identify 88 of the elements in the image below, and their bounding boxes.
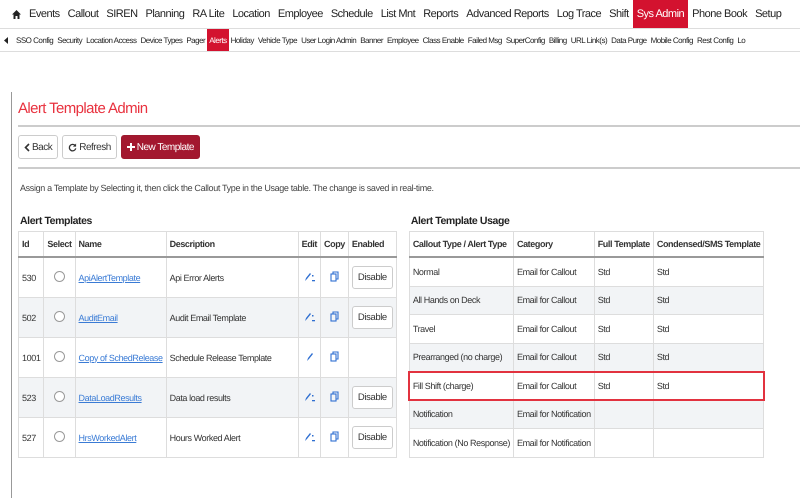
nav-tab[interactable]: Employee	[274, 0, 327, 28]
template-link[interactable]: ApiAlertTemplate	[78, 272, 140, 282]
radio-button[interactable]	[54, 311, 65, 322]
table-cell: Std	[594, 314, 654, 343]
back-button[interactable]: Back	[18, 135, 58, 159]
subnav-tab[interactable]: SuperConfig	[504, 29, 547, 51]
nav-tab[interactable]: Planning	[142, 0, 188, 28]
section-title: Alert Templates	[20, 215, 93, 227]
table-cell: Email for Callout	[513, 257, 594, 286]
nav-tab[interactable]: Sys Admin	[632, 0, 688, 28]
radio-button[interactable]	[54, 391, 65, 402]
copy-icon[interactable]	[330, 431, 339, 442]
disable-button[interactable]: Disable	[352, 306, 393, 329]
copy-icon[interactable]	[330, 271, 339, 282]
subnav-tab[interactable]: Data Purge	[609, 29, 649, 51]
disable-button[interactable]: Disable	[352, 386, 393, 409]
nav-tab[interactable]: RA Lite	[188, 0, 228, 28]
nav-tab[interactable]: Advanced Reports	[462, 0, 553, 28]
table-cell: Travel	[409, 314, 514, 343]
refresh-button[interactable]: Refresh	[62, 135, 117, 159]
new-template-button[interactable]: New Template	[120, 135, 200, 159]
edit-icon[interactable]	[306, 352, 313, 362]
table-cell: Email for Notification	[513, 428, 594, 457]
template-link[interactable]: Copy of SchedRelease	[78, 352, 163, 362]
radio-button[interactable]	[54, 431, 65, 442]
edit-icon[interactable]	[304, 392, 315, 402]
subnav-tab[interactable]: Mobile Config	[648, 29, 696, 51]
disable-button[interactable]: Disable	[352, 426, 393, 449]
edit-icon[interactable]	[304, 432, 315, 442]
nav-tab[interactable]: Shift	[605, 0, 633, 28]
table-cell: Fill Shift (charge)	[409, 372, 514, 400]
nav-tab[interactable]: Phone Book	[688, 0, 752, 28]
subnav-tab[interactable]: Holiday	[228, 29, 256, 51]
nav-tab[interactable]: Log Trace	[552, 0, 606, 28]
subnav-tab[interactable]: Device Types	[138, 29, 184, 51]
subnav-tab[interactable]: Banner	[358, 29, 386, 51]
table-cell: Std	[653, 372, 764, 400]
subnav-tab[interactable]: Security	[55, 29, 84, 51]
edit-icon[interactable]	[304, 312, 315, 322]
nav-tab[interactable]: Callout	[64, 0, 102, 28]
subnav-tab[interactable]: Alerts	[207, 29, 229, 51]
radio-button[interactable]	[54, 351, 65, 362]
section-title: Alert Template Usage	[410, 215, 510, 227]
subnav-tab[interactable]: Lo	[735, 29, 748, 51]
copy-icon[interactable]	[330, 391, 339, 402]
nav-tab[interactable]: SIREN	[102, 0, 142, 28]
table-cell: Std	[653, 314, 764, 343]
table-cell: Hours Worked Alert	[166, 418, 298, 458]
subnav-tab[interactable]: SSO Config	[14, 29, 56, 51]
chevron-left-icon	[24, 142, 30, 152]
subnav-tab[interactable]: Billing	[546, 29, 569, 51]
nav-tab[interactable]: Schedule	[326, 0, 377, 28]
nav-tab[interactable]: Location	[228, 0, 274, 28]
subnav-tab[interactable]: Rest Config	[695, 29, 736, 51]
table-cell: Normal	[409, 257, 514, 286]
nav-tab[interactable]: Reports	[419, 0, 462, 28]
subnav-tab[interactable]: Pager	[184, 29, 208, 51]
subnav-tab[interactable]: Employee	[385, 29, 421, 51]
table-cell: Std	[594, 257, 654, 286]
subnav-tab[interactable]: Class Enable	[420, 29, 466, 51]
caret-left-icon[interactable]	[4, 36, 9, 44]
subnav-tab[interactable]: Vehicle Type	[256, 29, 300, 51]
table-cell: Notification (No Response)	[409, 428, 514, 457]
table-cell: Std	[594, 372, 654, 400]
template-link[interactable]: DataLoadResults	[78, 392, 142, 402]
copy-icon[interactable]	[330, 311, 339, 322]
table-cell: 527	[18, 418, 44, 458]
table-cell: Email for Callout	[513, 314, 594, 343]
nav-tab[interactable]: List Mnt	[376, 0, 420, 28]
plus-icon	[126, 143, 135, 151]
radio-button[interactable]	[54, 271, 65, 282]
nav-tab[interactable]: Setup	[751, 0, 786, 28]
copy-icon[interactable]	[330, 351, 339, 362]
disable-button[interactable]: Disable	[352, 266, 393, 289]
table-cell: Email for Callout	[513, 372, 594, 400]
table-cell: Std	[653, 257, 764, 286]
page-title: Alert Template Admin	[18, 92, 800, 127]
subnav-tab[interactable]: User Login Admin	[299, 29, 358, 51]
template-link[interactable]: AuditEmail	[78, 312, 118, 322]
nav-tab[interactable]: Events	[25, 0, 64, 28]
home-icon[interactable]	[12, 10, 21, 18]
subnav-tab[interactable]: Location Access	[84, 29, 138, 51]
subnav-tab[interactable]: Failed Msg	[466, 29, 504, 51]
refresh-icon	[68, 142, 78, 152]
template-link[interactable]: HrsWorkedAlert	[78, 432, 136, 442]
instructions-text: Assign a Template by Selecting it, then click the Callout Type in the Usage table. The change is saved in real-time.	[19, 182, 435, 193]
subnav-tab[interactable]: URL Link(s)	[568, 29, 610, 51]
edit-icon[interactable]	[304, 272, 315, 282]
